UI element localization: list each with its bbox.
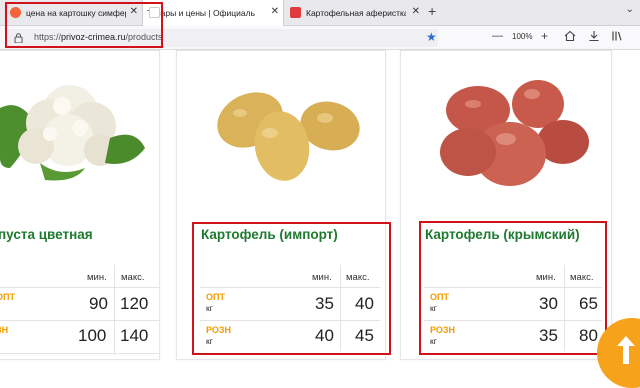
price-max: 65	[579, 294, 598, 313]
price-label: ОПТ	[430, 292, 449, 302]
header-min: мин.	[536, 272, 556, 283]
row-divider	[0, 287, 160, 288]
price-min: 35	[315, 294, 334, 313]
price-min: 40	[315, 326, 334, 345]
price-max: 40	[355, 294, 374, 313]
tab-products[interactable]: Товары и цены | Официальный са ✕	[142, 0, 284, 26]
price-unit: кг	[206, 303, 213, 313]
tab-article[interactable]: Картофельная аферистка ⚡ « ✕	[284, 0, 424, 26]
zoom-out-icon[interactable]: —	[492, 30, 503, 42]
price-label: РОЗН	[430, 325, 456, 335]
row-divider	[200, 287, 380, 288]
column-divider	[564, 265, 565, 351]
column-divider	[114, 265, 115, 355]
price-min: 90	[89, 294, 108, 313]
scroll-up-arrow-icon	[617, 336, 635, 364]
new-tab-icon[interactable]: +	[428, 3, 436, 19]
price-max: 45	[355, 326, 374, 345]
row-divider	[424, 320, 602, 321]
price-label: ЗН	[0, 325, 9, 335]
column-divider	[340, 265, 341, 351]
row-divider	[424, 287, 602, 288]
header-max: макс.	[570, 272, 594, 283]
product-title: Картофель (импорт)	[201, 227, 338, 242]
price-max: 140	[120, 326, 149, 345]
price-max: 120	[120, 294, 149, 313]
price-min: 35	[539, 326, 558, 345]
home-icon[interactable]	[564, 30, 576, 42]
chevron-down-icon[interactable]: ⌄	[626, 4, 634, 15]
header-min: мин.	[312, 272, 332, 283]
product-title: пуста цветная	[0, 227, 93, 242]
price-min: 100	[78, 326, 107, 345]
header-max: макс.	[346, 272, 370, 283]
product-title: Картофель (крымский)	[425, 227, 580, 242]
annotation-box	[5, 2, 163, 48]
price-unit: кг	[206, 336, 213, 346]
price-max: 80	[579, 326, 598, 345]
close-icon[interactable]: ✕	[271, 6, 279, 17]
close-icon[interactable]: ✕	[412, 6, 420, 17]
header-max: макс.	[121, 272, 145, 283]
price-label: ОПТ	[206, 292, 225, 302]
price-unit: кг	[430, 303, 437, 313]
price-label: РОЗН	[206, 325, 232, 335]
price-unit: кг	[430, 336, 437, 346]
header-min: мин.	[87, 272, 107, 283]
tab-title: Картофельная аферистка ⚡ «	[306, 7, 406, 18]
price-min: 30	[539, 294, 558, 313]
row-divider	[0, 320, 160, 321]
row-divider	[0, 353, 160, 354]
download-icon[interactable]	[588, 30, 600, 42]
zoom-level[interactable]: 100%	[512, 32, 532, 41]
library-icon[interactable]	[611, 30, 623, 42]
row-divider	[200, 320, 380, 321]
article-favicon-icon	[290, 7, 301, 18]
potato-import-image	[217, 92, 360, 181]
zoom-in-icon[interactable]: +	[541, 29, 548, 43]
bookmark-star-icon[interactable]: ★	[426, 30, 437, 44]
price-label: ОПТ	[0, 292, 15, 302]
cauliflower-image	[0, 85, 145, 181]
tab-title: Товары и цены | Официальный са	[147, 8, 255, 18]
potato-crimea-image	[440, 80, 589, 186]
